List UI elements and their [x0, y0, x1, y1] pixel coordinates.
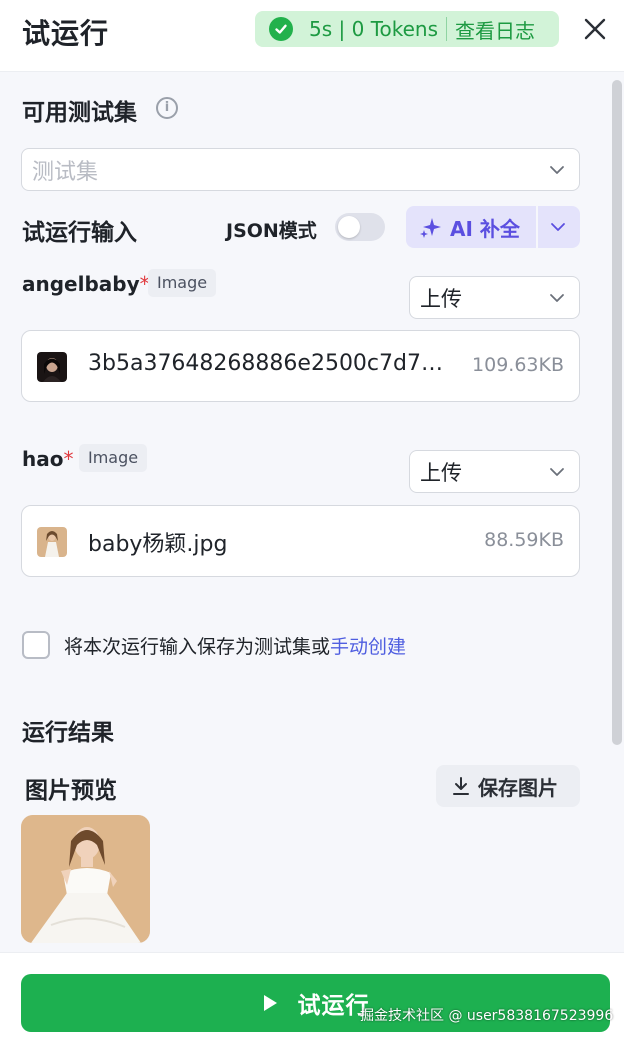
watermark: 掘金技术社区 @ user5838167523996: [360, 1008, 614, 1024]
upload-mode-value: 上传: [420, 286, 462, 311]
save-as-testset-checkbox[interactable]: [22, 631, 50, 659]
success-check-icon: [269, 17, 293, 41]
scrollbar[interactable]: [612, 80, 622, 745]
ai-button-divider: [536, 206, 538, 248]
testset-placeholder: 测试集: [32, 159, 99, 185]
header: 试运行 5s | 0 Tokens 查看日志: [0, 0, 624, 72]
file-size: 88.59KB: [484, 529, 564, 551]
save-image-label: 保存图片: [478, 775, 558, 800]
info-icon[interactable]: i: [156, 97, 178, 119]
file-thumbnail: [37, 352, 67, 382]
download-icon: [453, 777, 469, 795]
json-mode-label: JSON模式: [226, 220, 317, 242]
testset-section-title: 可用测试集: [22, 100, 137, 126]
type-tag-image: Image: [148, 269, 217, 297]
type-tag-image: Image: [79, 444, 148, 472]
panel-title: 试运行: [22, 17, 110, 50]
uploaded-file-card[interactable]: 3b5a37648268886e2500c7d7… 109.63KB: [21, 330, 580, 402]
file-size: 109.63KB: [472, 354, 564, 376]
ai-complete-label: AI 补全: [450, 216, 520, 241]
json-mode-toggle[interactable]: [335, 213, 385, 241]
sparkle-icon: [420, 218, 441, 238]
close-icon[interactable]: [582, 16, 608, 42]
field-label-hao: hao*: [22, 447, 74, 471]
upload-mode-value: 上传: [420, 460, 462, 485]
run-status-badge: 5s | 0 Tokens 查看日志: [255, 11, 559, 47]
chevron-down-icon: [550, 293, 564, 302]
chevron-down-icon: [550, 165, 564, 174]
view-log-link[interactable]: 查看日志: [455, 15, 535, 44]
upload-mode-select[interactable]: 上传: [409, 450, 580, 493]
testset-select[interactable]: 测试集: [21, 148, 580, 191]
manual-create-link[interactable]: 手动创建: [330, 636, 406, 658]
save-as-testset-label: 将本次运行输入保存为测试集或手动创建: [64, 636, 407, 658]
uploaded-file-card[interactable]: baby杨颖.jpg 88.59KB: [21, 505, 580, 577]
play-icon: [263, 995, 277, 1011]
field-label-angelbaby: angelbaby*: [22, 272, 150, 296]
chevron-down-icon[interactable]: [550, 221, 566, 233]
file-name: 3b5a37648268886e2500c7d7…: [88, 351, 443, 376]
run-input-title: 试运行输入: [22, 220, 137, 246]
save-image-button[interactable]: 保存图片: [436, 765, 580, 807]
file-thumbnail: [37, 527, 67, 557]
file-name: baby杨颖.jpg: [88, 532, 228, 557]
chevron-down-icon: [550, 467, 564, 476]
run-duration: 5s | 0 Tokens: [309, 17, 439, 41]
required-mark: *: [63, 447, 74, 471]
ai-complete-button[interactable]: AI 补全: [406, 206, 580, 248]
toggle-knob: [338, 216, 360, 238]
status-divider: [446, 17, 448, 41]
run-result-title: 运行结果: [22, 720, 114, 746]
run-button-label: 试运行: [297, 993, 370, 1019]
upload-mode-select[interactable]: 上传: [409, 276, 580, 319]
result-image-preview[interactable]: [21, 815, 150, 943]
image-preview-title: 图片预览: [25, 778, 117, 804]
